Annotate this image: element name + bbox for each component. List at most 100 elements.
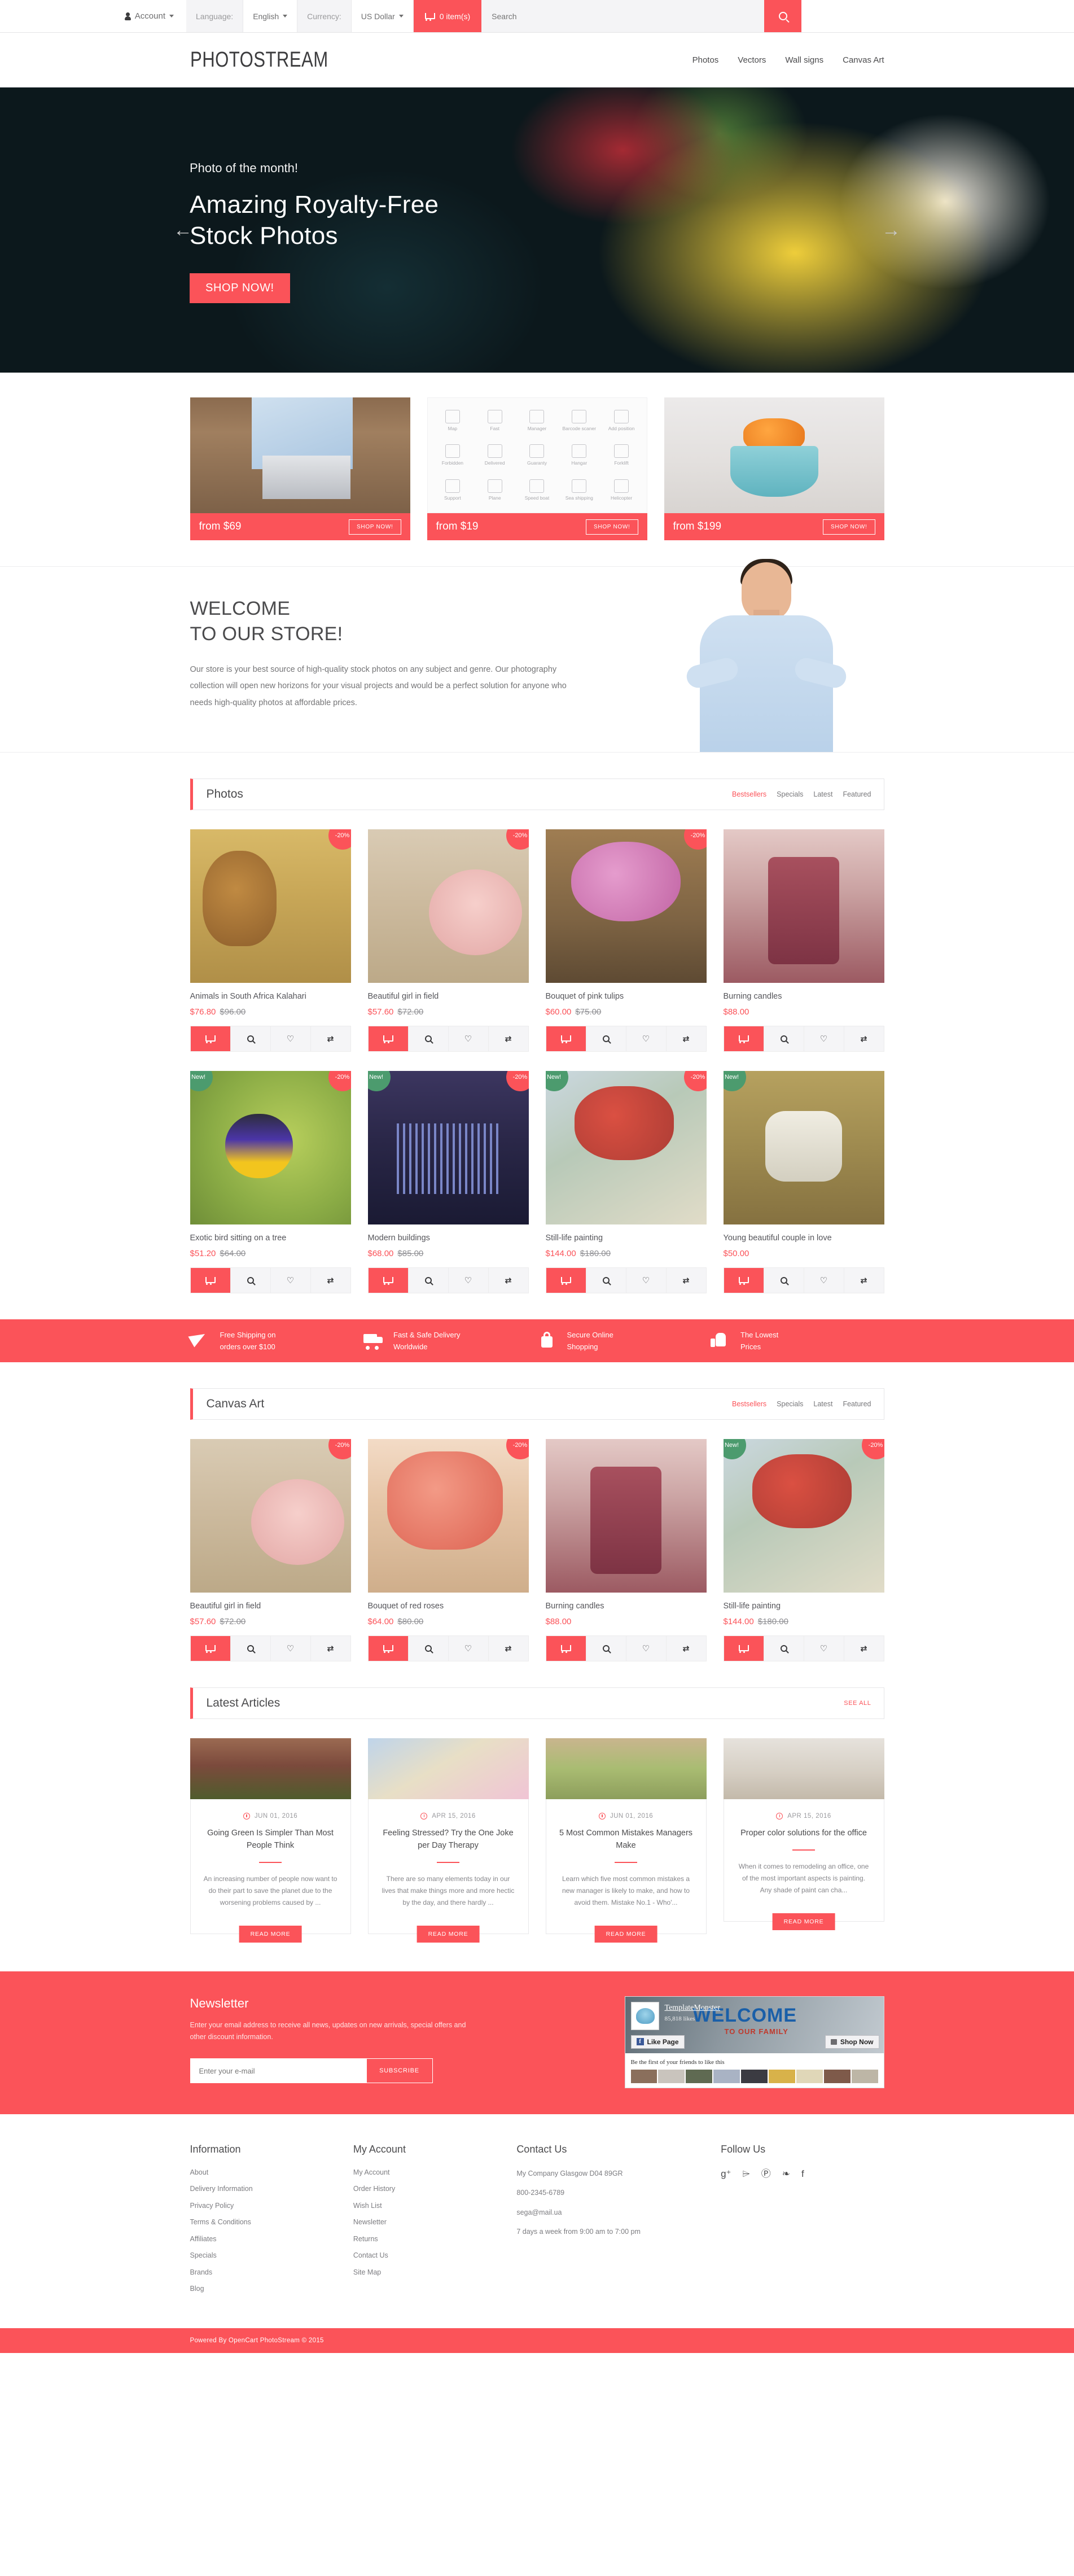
- compare-button[interactable]: ⇄: [844, 1268, 884, 1293]
- add-to-cart-button[interactable]: [546, 1636, 586, 1661]
- compare-button[interactable]: ⇄: [310, 1636, 350, 1661]
- add-to-wishlist-button[interactable]: ♡: [448, 1026, 489, 1051]
- add-to-cart-button[interactable]: [724, 1636, 764, 1661]
- tab-specials[interactable]: Specials: [777, 1400, 803, 1408]
- read-more-button[interactable]: READ MORE: [594, 1925, 657, 1943]
- tab-featured[interactable]: Featured: [843, 1400, 871, 1408]
- footer-link[interactable]: Blog: [190, 2285, 353, 2293]
- add-to-cart-button[interactable]: [368, 1636, 409, 1661]
- compare-button[interactable]: ⇄: [488, 1636, 528, 1661]
- cart-button[interactable]: 0 item(s): [413, 0, 482, 32]
- product-name[interactable]: Beautiful girl in field: [368, 992, 529, 1001]
- add-to-wishlist-button[interactable]: ♡: [804, 1268, 844, 1293]
- product-card[interactable]: -20% Beautiful girl in field $57.60 $72.00 ♡…: [367, 829, 529, 1052]
- product-card[interactable]: -20% New! Exotic bird sitting on a tree $51…: [190, 1071, 351, 1293]
- quick-view-button[interactable]: [586, 1268, 626, 1293]
- article-card[interactable]: APR 15, 2016 Proper color solutions for t…: [723, 1738, 884, 1930]
- footer-link[interactable]: Privacy Policy: [190, 2202, 353, 2210]
- add-to-cart-button[interactable]: [368, 1026, 409, 1051]
- tab-latest[interactable]: Latest: [813, 1400, 832, 1408]
- article-card[interactable]: JUN 01, 2016 Going Green Is Simpler Than …: [190, 1738, 351, 1943]
- read-more-button[interactable]: READ MORE: [417, 1925, 480, 1943]
- product-card[interactable]: New! Young beautiful couple in love $50.00…: [723, 1071, 884, 1293]
- product-image[interactable]: -20%: [190, 1439, 351, 1593]
- footer-link[interactable]: Newsletter: [353, 2219, 516, 2226]
- promo-shop-now-button[interactable]: SHOP NOW!: [586, 519, 638, 535]
- product-name[interactable]: Exotic bird sitting on a tree: [190, 1234, 351, 1243]
- facebook-page-widget[interactable]: WELCOME TO OUR FAMILY TemplateMonster 85…: [624, 1996, 884, 2088]
- compare-button[interactable]: ⇄: [666, 1636, 706, 1661]
- product-image[interactable]: -20% New!: [545, 1071, 707, 1224]
- product-card[interactable]: -20% Bouquet of red roses $64.00 $80.00 ♡ ⇄: [367, 1439, 529, 1661]
- footer-link[interactable]: Site Map: [353, 2268, 516, 2276]
- article-card[interactable]: JUN 01, 2016 5 Most Common Mistakes Manag…: [545, 1738, 707, 1943]
- nav-item-wall-signs[interactable]: Wall signs: [785, 55, 823, 65]
- add-to-wishlist-button[interactable]: ♡: [626, 1268, 667, 1293]
- product-image[interactable]: -20%: [190, 829, 351, 983]
- product-card[interactable]: -20% Beautiful girl in field $57.60 $72.00 ♡…: [190, 1439, 351, 1661]
- rss-icon[interactable]: ⌲: [743, 2169, 750, 2179]
- footer-link[interactable]: Delivery Information: [190, 2185, 353, 2193]
- compare-button[interactable]: ⇄: [666, 1268, 706, 1293]
- article-title[interactable]: Feeling Stressed? Try the One Joke per D…: [381, 1827, 516, 1852]
- facebook-icon[interactable]: f: [801, 2169, 804, 2179]
- article-card[interactable]: APR 15, 2016 Feeling Stressed? Try the On…: [367, 1738, 529, 1943]
- compare-button[interactable]: ⇄: [310, 1268, 350, 1293]
- product-card[interactable]: -20% Animals in South Africa Kalahari $76.…: [190, 829, 351, 1052]
- twitter-icon[interactable]: ❧: [782, 2169, 790, 2179]
- facebook-shop-now-button[interactable]: Shop Now: [825, 2035, 879, 2049]
- add-to-cart-button[interactable]: [546, 1026, 586, 1051]
- product-image[interactable]: -20% New!: [190, 1071, 351, 1224]
- footer-link[interactable]: Brands: [190, 2268, 353, 2276]
- promo-banner-1[interactable]: from $69 SHOP NOW!: [190, 397, 410, 540]
- facebook-like-button[interactable]: f Like Page: [630, 2035, 685, 2049]
- article-image[interactable]: [190, 1738, 351, 1799]
- add-to-wishlist-button[interactable]: ♡: [804, 1636, 844, 1661]
- product-image[interactable]: [545, 1439, 707, 1593]
- quick-view-button[interactable]: [586, 1636, 626, 1661]
- product-name[interactable]: Bouquet of pink tulips: [546, 992, 707, 1001]
- compare-button[interactable]: ⇄: [666, 1026, 706, 1051]
- product-card[interactable]: Burning candles $88.00 ♡ ⇄: [723, 829, 884, 1052]
- footer-link[interactable]: Order History: [353, 2185, 516, 2193]
- quick-view-button[interactable]: [764, 1268, 804, 1293]
- product-image[interactable]: [723, 829, 884, 983]
- read-more-button[interactable]: READ MORE: [772, 1913, 835, 1930]
- tab-featured[interactable]: Featured: [843, 790, 871, 798]
- add-to-wishlist-button[interactable]: ♡: [626, 1636, 667, 1661]
- quick-view-button[interactable]: [230, 1268, 271, 1293]
- product-card[interactable]: Burning candles $88.00 ♡ ⇄: [545, 1439, 707, 1661]
- hero-prev-arrow[interactable]: ←: [173, 219, 192, 241]
- footer-link[interactable]: Wish List: [353, 2202, 516, 2210]
- add-to-cart-button[interactable]: [546, 1268, 586, 1293]
- product-image[interactable]: -20%: [367, 1439, 529, 1593]
- footer-link[interactable]: Contact Us: [353, 2252, 516, 2259]
- product-name[interactable]: Burning candles: [724, 992, 884, 1001]
- quick-view-button[interactable]: [230, 1636, 271, 1661]
- article-title[interactable]: 5 Most Common Mistakes Managers Make: [559, 1827, 694, 1852]
- footer-link[interactable]: Affiliates: [190, 2235, 353, 2243]
- tab-latest[interactable]: Latest: [813, 790, 832, 798]
- nav-item-photos[interactable]: Photos: [692, 55, 719, 65]
- add-to-cart-button[interactable]: [724, 1026, 764, 1051]
- article-image[interactable]: [367, 1738, 529, 1799]
- article-title[interactable]: Going Green Is Simpler Than Most People …: [203, 1827, 338, 1852]
- compare-button[interactable]: ⇄: [310, 1026, 350, 1051]
- tab-bestsellers[interactable]: Bestsellers: [732, 1400, 766, 1408]
- product-name[interactable]: Bouquet of red roses: [368, 1602, 529, 1611]
- product-image[interactable]: -20%: [367, 829, 529, 983]
- add-to-cart-button[interactable]: [724, 1268, 764, 1293]
- quick-view-button[interactable]: [408, 1268, 449, 1293]
- add-to-wishlist-button[interactable]: ♡: [270, 1026, 311, 1051]
- article-title[interactable]: Proper color solutions for the office: [737, 1827, 871, 1840]
- nav-item-canvas-art[interactable]: Canvas Art: [843, 55, 884, 65]
- quick-view-button[interactable]: [408, 1636, 449, 1661]
- quick-view-button[interactable]: [586, 1026, 626, 1051]
- compare-button[interactable]: ⇄: [488, 1026, 528, 1051]
- language-selector[interactable]: English: [243, 0, 298, 32]
- add-to-wishlist-button[interactable]: ♡: [270, 1636, 311, 1661]
- tab-bestsellers[interactable]: Bestsellers: [732, 790, 766, 798]
- add-to-wishlist-button[interactable]: ♡: [448, 1268, 489, 1293]
- product-card[interactable]: -20% New! Still-life painting $144.00 $180.0…: [723, 1439, 884, 1661]
- quick-view-button[interactable]: [408, 1026, 449, 1051]
